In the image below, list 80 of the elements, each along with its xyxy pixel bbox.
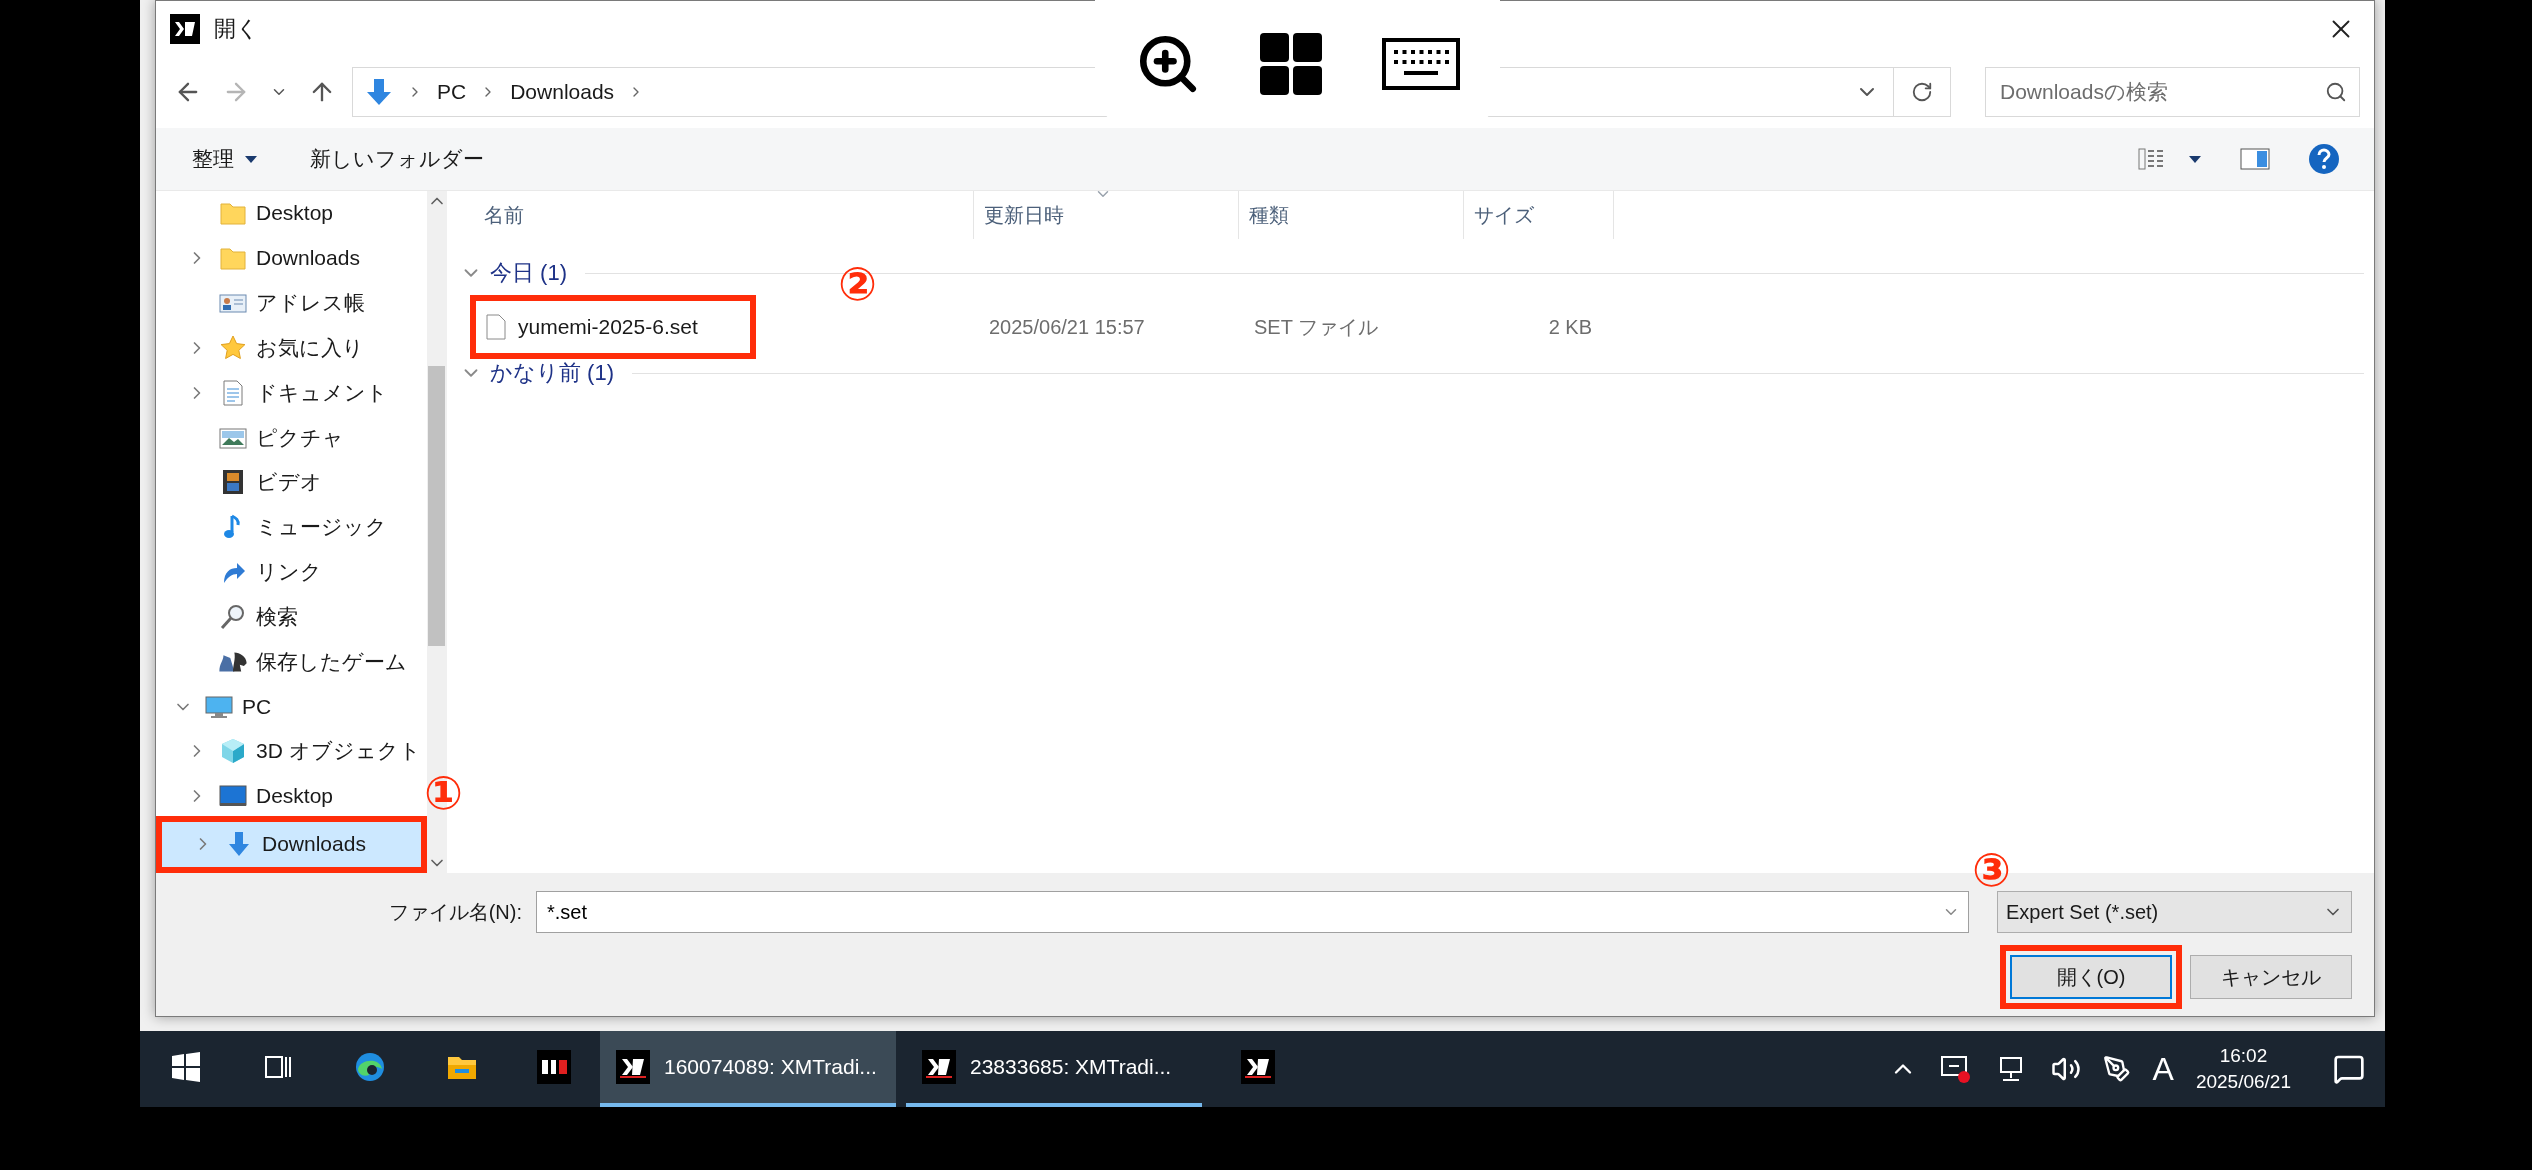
file-type-dropdown[interactable]: Expert Set (*.set) [1997,891,2352,933]
column-header[interactable]: サイズ [1464,191,1614,239]
taskbar-button[interactable]: 23833685: XMTradi... [906,1031,1202,1107]
annotation-number: ① [424,769,463,816]
nav-item-label: ミュージック [256,514,387,541]
search-input[interactable]: Downloadsの検索 [1998,79,2325,105]
app-logo-icon [537,1050,571,1084]
nav-item[interactable]: リンク [156,549,328,595]
download-arrow-icon [365,77,393,107]
nav-item[interactable]: Downloads [156,235,366,281]
app-logo-icon [1241,1050,1275,1084]
group-header[interactable]: 今日 (1) [490,258,567,288]
preview-pane-icon [2240,147,2270,171]
window-title: 開く [214,14,259,43]
organize-button[interactable]: 整理 [186,141,264,177]
input-method-indicator[interactable]: A [2152,1050,2174,1088]
refresh-icon [1911,81,1933,103]
nav-item[interactable]: アドレス帳 [156,280,371,326]
nav-item-label: ドキュメント [256,379,388,406]
table-cell-text: 2 KB [1547,315,1593,339]
file-type-value: Expert Set (*.set) [2006,900,2159,924]
file-name-input[interactable]: *.set [545,899,1942,925]
app-logo-icon [922,1050,956,1084]
nav-item[interactable]: Downloads [162,821,421,867]
nav-item-label: PC [242,694,272,719]
pen-icon[interactable] [2102,1055,2131,1083]
table-cell-text: 2025/06/21 15:57 [988,315,1146,339]
nav-item-label: 3D オブジェクト [256,738,421,765]
nav-item[interactable]: ドキュメント [156,370,394,416]
nav-item-label: Desktop [256,201,334,226]
file-name-cell[interactable]: yumemi-2025-6.set [476,301,750,353]
browser-icon [353,1050,387,1084]
nav-item-label: 保存したゲーム [256,648,407,675]
nav-item[interactable]: PC [156,684,278,729]
search-icon [2325,81,2347,103]
notification-icon[interactable] [2333,1053,2365,1085]
nav-item[interactable]: Desktop [156,191,340,236]
windows-logo-icon [1260,33,1323,95]
nav-item-label: アドレス帳 [256,290,365,317]
nav-item[interactable]: お気に入り [156,325,370,371]
file-name-box[interactable]: *.set [536,891,1969,933]
help-icon [2308,143,2340,175]
keyboard-icon [1382,38,1461,90]
nav-item-label: お気に入り [256,334,364,361]
annotation-number: ② [838,261,877,307]
caret-icon [244,154,258,164]
open-button[interactable]: 開く(O) [2010,955,2172,999]
nav-item[interactable]: 3D オブジェクト [156,728,427,774]
clock[interactable]: 16:02 2025/06/21 [2195,1045,2291,1093]
group-header[interactable]: かなり前 (1) [490,358,614,388]
taskbar-button[interactable]: 160074089: XMTradi... [600,1031,896,1107]
caret-icon [2188,154,2202,164]
breadcrumb[interactable]: Downloads [510,80,615,104]
column-header[interactable]: 更新日時 [974,191,1239,239]
new-folder-button[interactable]: 新しいフォルダー [304,141,490,177]
file-icon [486,314,506,340]
windows-logo-icon [169,1050,203,1084]
search-box[interactable]: Downloadsの検索 [1985,67,2360,117]
file-name-label: ファイル名(N): [387,899,523,925]
nav-item-label: ビデオ [256,469,322,496]
app-logo-icon [616,1050,650,1084]
table-cell-text: SET ファイル [1253,314,1380,340]
nav-item[interactable]: ピクチャ [156,415,350,460]
nav-item[interactable]: ビデオ [156,459,328,505]
nav-item-label: 検索 [256,603,298,630]
nav-item-label: Desktop [256,784,334,809]
nav-item[interactable]: Desktop [156,773,340,819]
nav-item-label: Downloads [256,246,360,271]
cancel-button[interactable]: キャンセル [2190,955,2352,999]
app-logo-icon [170,13,200,44]
nav-item[interactable]: 保存したゲーム [156,639,413,685]
nav-item-label: ピクチャ [256,424,344,451]
column-header[interactable]: 種類 [1239,191,1464,239]
breadcrumb[interactable]: PC [437,80,467,104]
nav-item-label: Downloads [262,832,366,857]
nav-item-label: リンク [256,559,322,586]
nav-item[interactable]: ミュージック [156,504,393,550]
annotation-number: ③ [1972,847,2011,893]
nav-item[interactable]: 検索 [156,594,304,640]
column-header[interactable]: 名前 [454,191,974,239]
